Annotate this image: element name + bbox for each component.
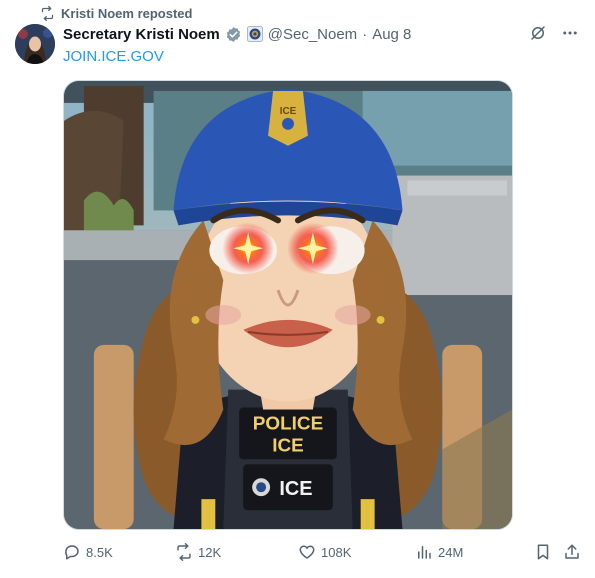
repost-icon [41,5,54,21]
header-actions [529,24,579,42]
reply-icon [65,545,79,560]
cap-badge-text: ICE [280,106,297,117]
views-icon [418,546,431,559]
reply-count: 8.5K [86,544,113,560]
post-image[interactable]: POLICE ICE ICE ICE [63,80,513,530]
post-link[interactable]: JOIN.ICE.GOV [63,48,164,65]
author-handle[interactable]: @Sec_Noem [268,26,357,43]
patch-text-ice: ICE [279,478,312,500]
like-count: 108K [321,544,352,560]
agency-seal-icon [246,26,263,42]
more-icon[interactable] [561,24,579,42]
like-icon [299,545,315,559]
repost-label: Kristi Noem reposted [61,5,193,21]
views-button[interactable]: 24M [415,541,463,563]
repost-indicator[interactable]: Kristi Noem reposted [40,4,192,22]
bookmark-icon [537,544,549,560]
repost-icon [177,543,191,561]
repost-button[interactable]: 12K [175,541,221,563]
author-name[interactable]: Secretary Kristi Noem [63,26,220,43]
like-button[interactable]: 108K [298,541,351,563]
share-button[interactable] [563,541,581,563]
vest-text-police: POLICE [253,413,323,434]
vest-text-ice: ICE [272,435,304,456]
separator-dot: · [362,25,368,43]
avatar[interactable] [15,24,55,64]
grok-icon[interactable] [529,24,547,42]
bookmark-button[interactable] [534,541,552,563]
views-count: 24M [438,544,464,560]
post-date[interactable]: Aug 8 [372,26,411,43]
verified-badge-icon [226,26,240,42]
action-bar: 8.5K 12K 108K 24M [63,541,585,563]
post-header: Secretary Kristi Noem @Sec_Noem · Aug 8 [63,24,411,44]
share-icon [565,544,579,559]
repost-count: 12K [198,544,222,560]
reply-button[interactable]: 8.5K [63,541,113,563]
